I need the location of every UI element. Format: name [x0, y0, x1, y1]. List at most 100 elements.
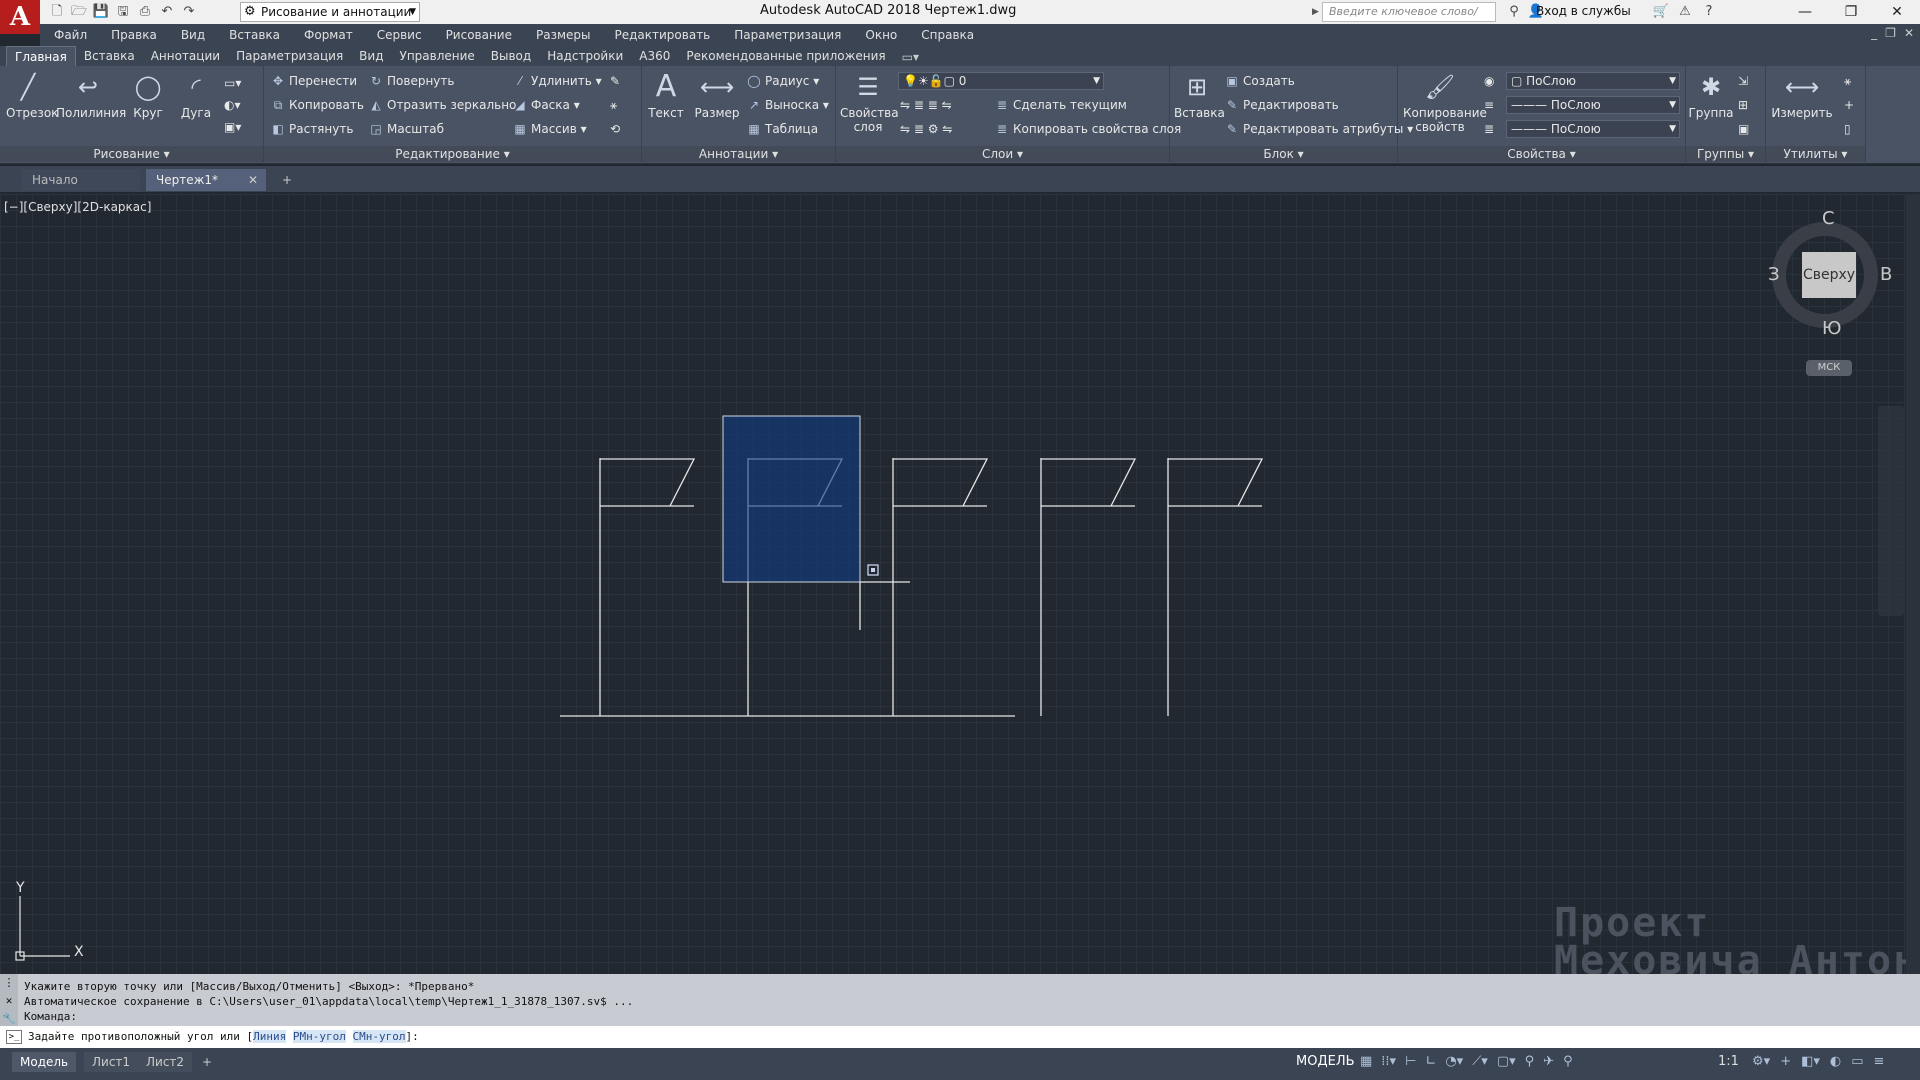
- tab-annotate[interactable]: Аннотации: [143, 46, 228, 66]
- menu-help[interactable]: Справка: [921, 28, 974, 42]
- point-icon[interactable]: +: [1844, 96, 1854, 114]
- command-prompt-icon[interactable]: >_: [6, 1030, 22, 1044]
- autocad-logo-icon[interactable]: A: [0, 0, 40, 34]
- ribbon-options-icon[interactable]: ▭▾: [894, 48, 927, 66]
- navigation-bar[interactable]: [1878, 406, 1904, 616]
- add-layout-icon[interactable]: +: [194, 1052, 220, 1072]
- isolate-icon[interactable]: ◧▾: [1801, 1054, 1820, 1069]
- new-file-icon[interactable]: 🗋: [48, 3, 66, 21]
- group-button[interactable]: ✱ Группа: [1688, 70, 1734, 120]
- dimension-button[interactable]: ⟷ Размер: [692, 70, 742, 120]
- offset-icon[interactable]: ⟲: [610, 120, 620, 138]
- doc-minimize-icon[interactable]: _: [1871, 26, 1877, 40]
- add-tab-icon[interactable]: +: [276, 169, 298, 191]
- panel-draw-title[interactable]: Рисование ▾: [0, 146, 263, 162]
- rectangle-icon[interactable]: ▭▾: [224, 74, 241, 92]
- menu-format[interactable]: Формат: [304, 28, 353, 42]
- annotation-visibility-icon[interactable]: ⚲: [1525, 1054, 1535, 1069]
- redo-icon[interactable]: ↷: [180, 3, 198, 21]
- layer-tools-row2-icons[interactable]: ⇋ ≣ ⚙ ⇋: [900, 120, 952, 138]
- viewcube-face-top[interactable]: Сверху: [1802, 252, 1856, 298]
- vertical-scrollbar[interactable]: [1906, 194, 1920, 974]
- create-block-button[interactable]: ▣ Создать: [1224, 72, 1295, 90]
- panel-properties-title[interactable]: Свойства ▾: [1398, 146, 1685, 162]
- compass-north[interactable]: С: [1822, 208, 1835, 229]
- osnap-track-icon[interactable]: ⟋▾: [1472, 1054, 1488, 1069]
- match-layer-button[interactable]: ≣ Копировать свойства слоя: [994, 120, 1181, 138]
- command-panel-handle[interactable]: ⋮ ✕ 🔧: [0, 974, 18, 1026]
- edit-attributes-button[interactable]: ✎ Редактировать атрибуты ▾: [1224, 120, 1413, 138]
- snap-icon[interactable]: ⁞⁞▾: [1381, 1054, 1396, 1069]
- insert-block-button[interactable]: ⊞ Вставка: [1174, 70, 1225, 120]
- make-current-button[interactable]: ≣ Сделать текущим: [994, 96, 1127, 114]
- menu-modify[interactable]: Редактировать: [615, 28, 711, 42]
- tab-start[interactable]: Начало: [22, 169, 140, 191]
- tab-a360[interactable]: A360: [631, 46, 678, 66]
- menu-tools[interactable]: Сервис: [377, 28, 422, 42]
- radius-button[interactable]: ◯ Радиус ▾: [746, 72, 819, 90]
- quick-select-icon[interactable]: ⚹: [1844, 72, 1851, 90]
- doc-close-icon[interactable]: ✕: [1904, 26, 1914, 40]
- region-icon[interactable]: ▣▾: [224, 118, 241, 136]
- cart-icon[interactable]: 🛒: [1652, 3, 1670, 21]
- plus-icon[interactable]: +: [1780, 1054, 1791, 1069]
- panel-layers-title[interactable]: Слои ▾: [836, 146, 1169, 162]
- menu-insert[interactable]: Вставка: [229, 28, 280, 42]
- workspace-gear-icon[interactable]: ⚙▾: [1752, 1054, 1770, 1069]
- compass-south[interactable]: Ю: [1822, 318, 1841, 339]
- ortho-icon[interactable]: ∟: [1425, 1054, 1436, 1069]
- polar-icon[interactable]: ◔▾: [1445, 1054, 1463, 1069]
- command-option-rm[interactable]: РМн-угол: [292, 1030, 346, 1043]
- move-button[interactable]: ✥ Перенести: [270, 72, 357, 90]
- menu-view[interactable]: Вид: [181, 28, 205, 42]
- layout-tab-model[interactable]: Модель: [12, 1052, 77, 1072]
- copy-button[interactable]: ⧉ Копировать: [270, 96, 364, 114]
- hardware-accel-icon[interactable]: ◐: [1830, 1054, 1841, 1069]
- scale-button[interactable]: ◲ Масштаб: [368, 120, 444, 138]
- close-tab-icon[interactable]: ✕: [248, 169, 258, 191]
- command-option-line[interactable]: Линия: [253, 1030, 287, 1043]
- annotation-scale[interactable]: 1:1: [1718, 1054, 1739, 1069]
- fillet-button[interactable]: ◢ Фаска ▾: [512, 96, 579, 114]
- match-properties-button[interactable]: 🖌 Копирование свойств: [1402, 70, 1487, 134]
- lineweight-selector[interactable]: ——— ПоСлою ▼: [1506, 120, 1680, 138]
- layer-tools-row1-icons[interactable]: ⇋ ≣ ≣ ⇋: [900, 96, 952, 114]
- tab-featured-apps[interactable]: Рекомендованные приложения: [678, 46, 893, 66]
- open-file-icon[interactable]: 🗁: [70, 3, 88, 21]
- color-selector[interactable]: ▢ ПоСлою ▼: [1506, 72, 1680, 90]
- group-edit-icon[interactable]: ⊞: [1738, 96, 1748, 114]
- menu-dimension[interactable]: Размеры: [536, 28, 591, 42]
- viewcube[interactable]: Сверху С Ю З В МСК: [1762, 206, 1892, 376]
- compass-west[interactable]: З: [1768, 264, 1780, 285]
- save-as-icon[interactable]: 🖫: [114, 3, 132, 21]
- circle-button[interactable]: ◯ Круг: [128, 70, 168, 120]
- layer-selector[interactable]: 💡☀🔓▢ 0 ▼: [898, 72, 1104, 90]
- linetype-selector[interactable]: ——— ПоСлою ▼: [1506, 96, 1680, 114]
- layout-tab-1[interactable]: Лист1: [84, 1052, 139, 1072]
- infer-icon[interactable]: ⊢: [1405, 1054, 1416, 1069]
- tab-home[interactable]: Главная: [6, 46, 76, 66]
- tab-addins[interactable]: Надстройки: [539, 46, 631, 66]
- measure-button[interactable]: ⟷ Измерить: [1770, 70, 1834, 120]
- panel-groups-title[interactable]: Группы ▾: [1686, 146, 1765, 162]
- array-button[interactable]: ▦ Массив ▾: [512, 120, 586, 138]
- panel-block-title[interactable]: Блок ▾: [1170, 146, 1397, 162]
- menu-file[interactable]: Файл: [54, 28, 87, 42]
- panel-utilities-title[interactable]: Утилиты ▾: [1766, 146, 1865, 162]
- panel-modify-title[interactable]: Редактирование ▾: [264, 146, 641, 162]
- erase-icon[interactable]: ✎: [610, 72, 620, 90]
- mirror-button[interactable]: ◭ Отразить зеркально: [368, 96, 516, 114]
- calculator-icon[interactable]: ▯: [1844, 120, 1851, 138]
- menu-window[interactable]: Окно: [865, 28, 897, 42]
- layer-properties-button[interactable]: ☰ Свойства слоя: [840, 70, 899, 134]
- tab-insert[interactable]: Вставка: [76, 46, 143, 66]
- clean-screen-icon[interactable]: ▭: [1851, 1054, 1863, 1069]
- restore-icon[interactable]: ❐: [1828, 0, 1874, 24]
- ucs-menu[interactable]: МСК: [1806, 360, 1852, 376]
- text-button[interactable]: A Текст: [646, 70, 686, 121]
- annotation-scale-icon[interactable]: ⚲: [1563, 1054, 1573, 1069]
- model-space-button[interactable]: МОДЕЛЬ: [1296, 1054, 1355, 1069]
- autoscale-icon[interactable]: ✈: [1543, 1054, 1554, 1069]
- minimize-icon[interactable]: —: [1782, 0, 1828, 24]
- compass-east[interactable]: В: [1880, 264, 1892, 285]
